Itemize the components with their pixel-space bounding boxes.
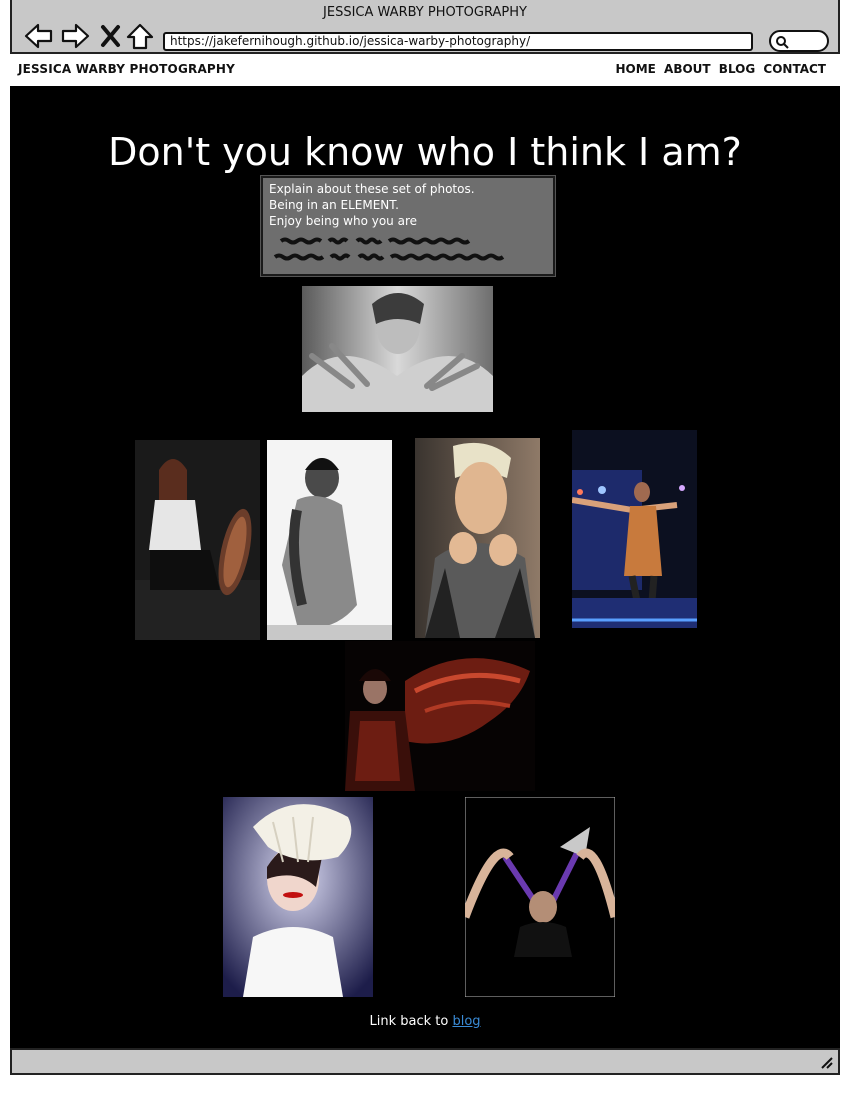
photo-stage-performer[interactable] <box>572 430 697 628</box>
footer-link-text: Link back to blog <box>10 1014 840 1029</box>
photo-demon-costume[interactable] <box>345 641 535 791</box>
photo-blonde-man[interactable] <box>415 438 540 638</box>
nav-about-link[interactable]: ABOUT <box>664 62 711 76</box>
page-headline: Don't you know who I think I am? <box>108 130 742 174</box>
photo-crouching-figure[interactable] <box>267 440 392 640</box>
resize-grip-icon[interactable] <box>818 1054 834 1070</box>
description-line: Explain about these set of photos. <box>269 182 475 196</box>
description-line: Being in an ELEMENT. <box>269 198 399 212</box>
blog-link[interactable]: blog <box>452 1014 480 1029</box>
footer-prefix: Link back to <box>369 1014 449 1029</box>
nav-contact-link[interactable]: CONTACT <box>763 62 826 76</box>
scribbled-text <box>273 237 505 261</box>
photo-woman-with-hat[interactable] <box>223 797 373 997</box>
nav-blog-link[interactable]: BLOG <box>719 62 755 76</box>
photo-arms-raised-triangle[interactable] <box>465 797 615 997</box>
browser-statusbar <box>10 1048 840 1075</box>
site-brand[interactable]: JESSICA WARBY PHOTOGRAPHY <box>18 62 235 76</box>
site-header: JESSICA WARBY PHOTOGRAPHY HOME ABOUT BLO… <box>10 54 840 86</box>
description-box: Explain about these set of photos. Being… <box>260 175 556 277</box>
photo-girl-sitting[interactable] <box>135 440 260 640</box>
top-navigation: HOME ABOUT BLOG CONTACT <box>611 62 826 76</box>
nav-home-link[interactable]: HOME <box>615 62 655 76</box>
main-content: Don't you know who I think I am? Explain… <box>10 86 840 1048</box>
photo-hands-portrait[interactable] <box>302 286 493 412</box>
description-line: Enjoy being who you are <box>269 214 417 228</box>
